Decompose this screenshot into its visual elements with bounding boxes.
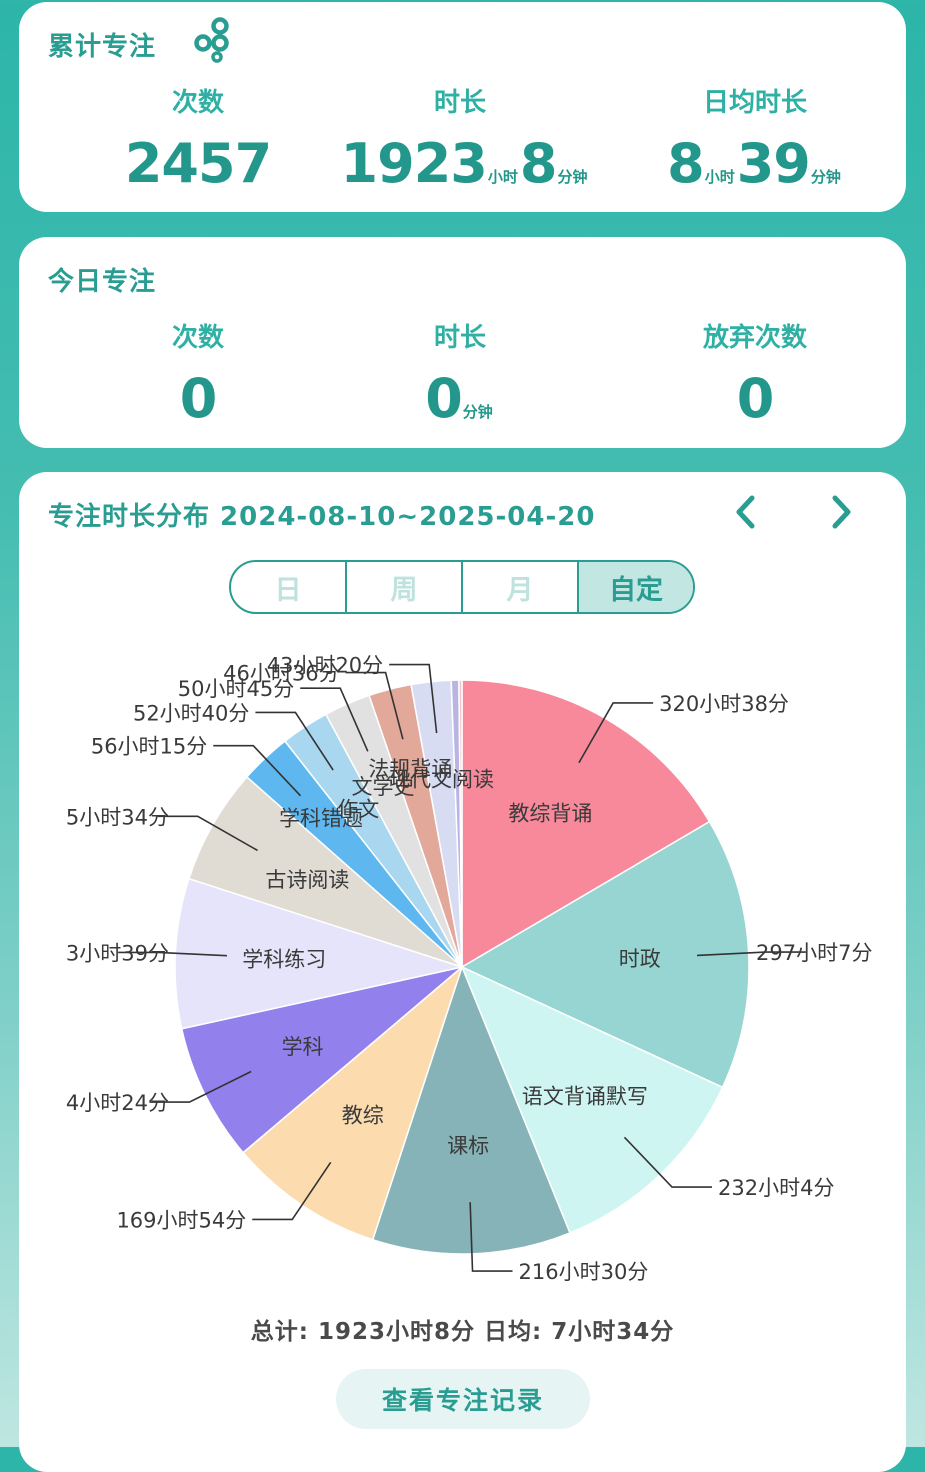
today-duration-label: 时长 <box>433 323 486 353</box>
today-duration-value: 0分钟 <box>425 367 493 430</box>
total-focus-title: 累计专注 <box>48 32 157 62</box>
today-abandon-value: 0 <box>736 367 775 430</box>
slice-value-label: 232小时4分 <box>718 1176 834 1200</box>
range-segmented-control: 日 周 月 自定 <box>229 560 695 614</box>
today-count-value: 0 <box>179 367 218 430</box>
slice-value-label: 297小时7分 <box>756 941 872 965</box>
slice-category-label: 教综 <box>342 1104 384 1128</box>
slice-category-label: 课标 <box>447 1134 489 1158</box>
today-abandon-label: 放弃次数 <box>702 323 807 353</box>
distribution-title: 专注时长分布 2024-08-10~2025-04-20 <box>48 502 596 532</box>
focus-distribution-pie-chart: 教综背诵 320小时38分时政 297小时7分语文背诵默写 232小时4分 课标 216小… <box>66 654 873 1284</box>
total-focus-card: 累计专注 次数 时长 日均时长 2457 1923小时8分钟 8小时39分钟 <box>19 2 906 212</box>
today-focus-card: 今日专注 次数 时长 放弃次数 0 0分钟 0 <box>19 237 906 448</box>
slice-category-label: 现代文阅读 <box>389 768 494 792</box>
slice-category-label: 学科 <box>282 1035 324 1059</box>
slice-value-label: 169小时54分 <box>116 1208 246 1232</box>
total-duration-label: 时长 <box>433 88 486 118</box>
slice-category-label: 学科练习 <box>242 947 326 971</box>
total-count-label: 次数 <box>171 88 224 118</box>
slice-category-label: 作文 <box>337 798 379 822</box>
total-duration-value: 1923小时8分钟 <box>340 132 588 195</box>
tab-month[interactable]: 月 <box>463 562 579 612</box>
tab-week[interactable]: 周 <box>347 562 463 612</box>
rings-icon <box>194 17 229 63</box>
slice-category-label: 时政 <box>619 947 661 971</box>
slice-value-label: 56小时15分 <box>91 735 207 759</box>
today-count-label: 次数 <box>171 323 224 353</box>
slice-value-label: 5小时34分 <box>66 805 169 829</box>
slice-value-label: 4小时24分 <box>66 1091 169 1115</box>
total-daily-value: 8小时39分钟 <box>667 132 841 195</box>
slice-value-label: 43小时20分 <box>267 654 383 678</box>
slice-value-label: 216小时30分 <box>519 1260 649 1284</box>
slice-value-label: 320小时38分 <box>659 692 789 716</box>
chevron-left-icon[interactable] <box>726 490 766 534</box>
distribution-summary: 总计: 1923小时8分 日均: 7小时34分 <box>250 1319 675 1345</box>
distribution-card: 专注时长分布 2024-08-10~2025-04-20 日 周 月 自定 教综… <box>19 472 906 1472</box>
slice-category-label: 语文背诵默写 <box>522 1085 648 1109</box>
total-count-value: 2457 <box>124 132 272 195</box>
today-focus-title: 今日专注 <box>48 267 157 297</box>
total-daily-label: 日均时长 <box>702 88 807 118</box>
slice-category-label: 教综背诵 <box>508 802 592 826</box>
tab-day[interactable]: 日 <box>231 562 347 612</box>
tab-custom[interactable]: 自定 <box>579 562 693 612</box>
view-records-button[interactable]: 查看专注记录 <box>336 1369 590 1429</box>
slice-value-label: 52小时40分 <box>133 701 249 725</box>
slice-category-label: 古诗阅读 <box>265 868 349 892</box>
slice-value-label: 3小时39分 <box>66 941 169 965</box>
chevron-right-icon[interactable] <box>821 490 861 534</box>
